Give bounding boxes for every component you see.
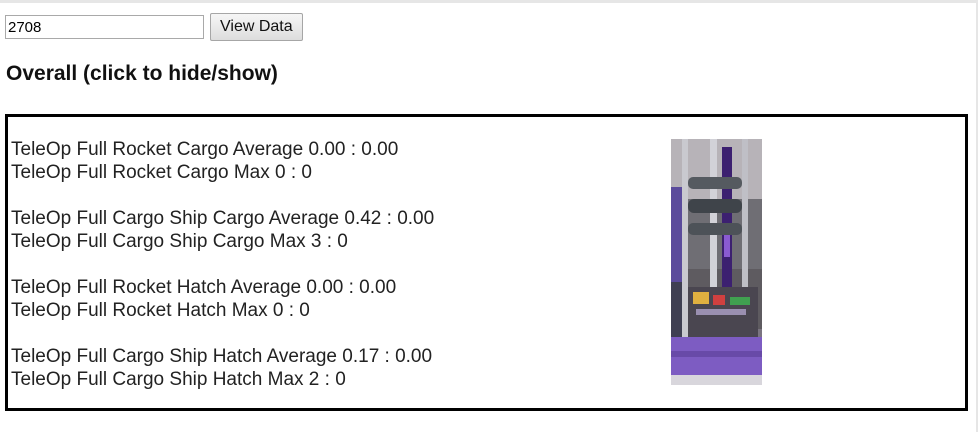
team-number-input[interactable] [5,15,204,39]
stat-average: TeleOp Full Cargo Ship Cargo Average 0.4… [11,208,435,229]
stat-max: TeleOp Full Cargo Ship Hatch Max 2 : 0 [11,369,346,390]
overall-section-toggle[interactable]: Overall (click to hide/show) [6,62,278,86]
stat-group-rocket-cargo: TeleOp Full Rocket Cargo Average 0.00 : … [11,138,434,184]
stat-max: TeleOp Full Rocket Cargo Max 0 : 0 [11,162,312,183]
team-lookup-toolbar: View Data [5,13,303,41]
overall-stats-panel: TeleOp Full Rocket Cargo Average 0.00 : … [5,114,968,411]
view-data-button[interactable]: View Data [210,13,303,41]
stat-max: TeleOp Full Cargo Ship Cargo Max 3 : 0 [11,231,348,252]
stats-list: TeleOp Full Rocket Cargo Average 0.00 : … [11,138,434,414]
stat-average: TeleOp Full Rocket Hatch Average 0.00 : … [11,277,397,298]
stat-max: TeleOp Full Rocket Hatch Max 0 : 0 [11,300,310,321]
stat-average: TeleOp Full Rocket Cargo Average 0.00 : … [11,139,399,160]
stat-group-cargo-ship-cargo: TeleOp Full Cargo Ship Cargo Average 0.4… [11,207,434,253]
stat-average: TeleOp Full Cargo Ship Hatch Average 0.1… [11,346,433,367]
top-divider [0,0,978,3]
stat-group-cargo-ship-hatch: TeleOp Full Cargo Ship Hatch Average 0.1… [11,345,434,391]
stat-group-rocket-hatch: TeleOp Full Rocket Hatch Average 0.00 : … [11,276,434,322]
robot-photo-icon [658,137,948,385]
